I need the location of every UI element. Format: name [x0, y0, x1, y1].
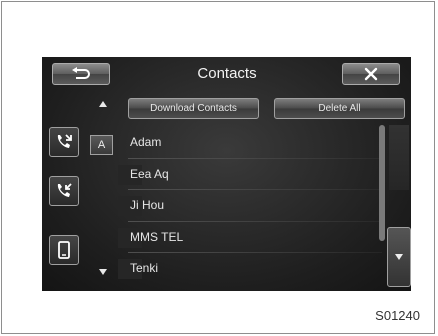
figure-code: S01240 [375, 308, 420, 323]
page-down-button[interactable] [387, 227, 411, 287]
scroll-panel [389, 125, 409, 190]
scrollbar[interactable] [379, 125, 385, 241]
download-contacts-button[interactable]: Download Contacts [128, 98, 259, 119]
contact-list: Adam Eea Aq Ji Hou MMS TEL Tenki [118, 127, 382, 285]
close-button[interactable] [342, 63, 400, 85]
contact-name: Eea Aq [130, 166, 169, 181]
close-icon [364, 67, 378, 81]
scroll-up-arrow-icon[interactable] [99, 101, 107, 107]
contact-row[interactable]: MMS TEL [118, 222, 382, 253]
phone-device-icon [58, 241, 70, 259]
alphabet-index-tab[interactable]: A [90, 135, 113, 155]
back-arrow-icon [72, 67, 90, 79]
outgoing-call-history-icon [57, 134, 72, 148]
figure-frame: Contacts Download Contacts Delete All A … [1, 1, 435, 334]
outgoing-calls-button[interactable] [49, 127, 79, 157]
contact-name: Ji Hou [130, 198, 165, 212]
device-button[interactable] [49, 235, 79, 265]
contact-row[interactable]: Eea Aq [118, 159, 382, 190]
contact-name: Adam [130, 135, 162, 149]
scroll-down-arrow-icon[interactable] [99, 269, 107, 275]
contact-row[interactable]: Tenki [118, 253, 382, 285]
head-unit-screen: Contacts Download Contacts Delete All A … [42, 57, 411, 291]
contact-row[interactable]: Ji Hou [118, 190, 382, 222]
delete-all-button[interactable]: Delete All [274, 98, 405, 119]
chevron-down-icon [395, 254, 403, 260]
contact-row[interactable]: Adam [120, 127, 382, 159]
contact-name: Tenki [130, 261, 159, 275]
contact-name: MMS TEL [130, 229, 184, 244]
back-button[interactable] [52, 63, 110, 85]
incoming-call-history-icon [57, 183, 72, 197]
incoming-calls-button[interactable] [49, 176, 79, 206]
page-title: Contacts [197, 65, 257, 82]
